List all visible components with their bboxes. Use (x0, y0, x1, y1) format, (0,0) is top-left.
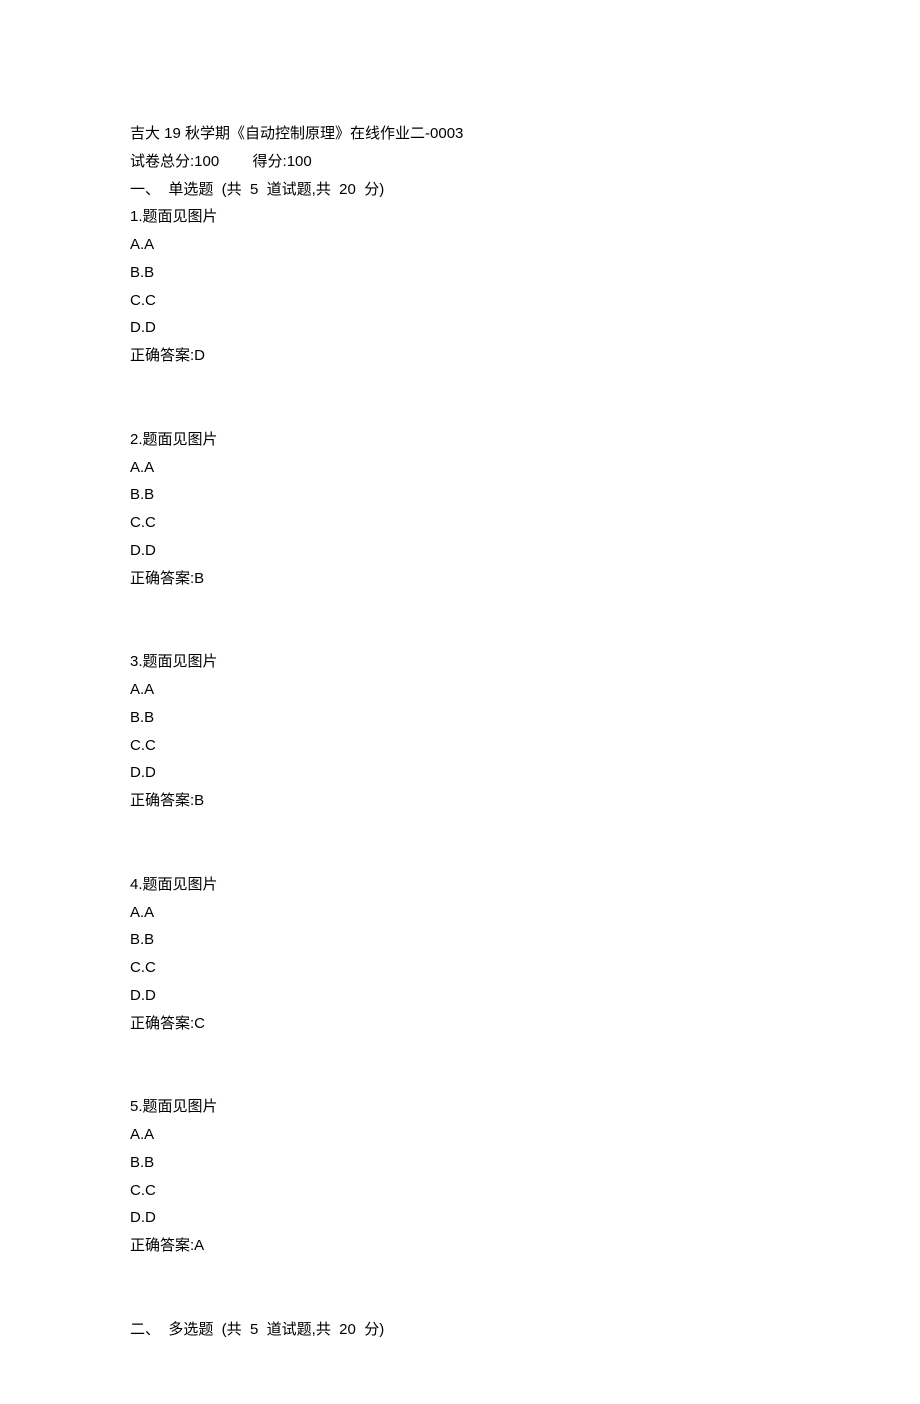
question-text: .题面见图片 (138, 653, 217, 670)
answer-value: D (194, 347, 205, 364)
section-1-heading: 一、 单选题 (共 5 道试题,共 20 分) (130, 176, 790, 204)
question-option: D.D (130, 982, 790, 1010)
question-option: D.D (130, 537, 790, 565)
answer-label: 正确答案: (130, 792, 194, 809)
question-option: A.A (130, 899, 790, 927)
question-text: .题面见图片 (138, 876, 217, 893)
question-option: A.A (130, 231, 790, 259)
blank-line (130, 1037, 790, 1065)
blank-line (130, 815, 790, 843)
question-option: B.B (130, 926, 790, 954)
blank-line (130, 843, 790, 871)
question-option: C.C (130, 1177, 790, 1205)
question-option: D.D (130, 1204, 790, 1232)
question-stem: 1.题面见图片 (130, 203, 790, 231)
question-text: .题面见图片 (138, 208, 217, 225)
question-answer: 正确答案:B (130, 565, 790, 593)
answer-value: B (194, 570, 204, 587)
question-option: A.A (130, 1121, 790, 1149)
score-line: 试卷总分:100 得分:100 (130, 148, 790, 176)
blank-line (130, 1260, 790, 1288)
question-option: C.C (130, 954, 790, 982)
question-option: D.D (130, 314, 790, 342)
answer-label: 正确答案: (130, 1015, 194, 1032)
question-option: C.C (130, 509, 790, 537)
answer-value: B (194, 792, 204, 809)
question-answer: 正确答案:B (130, 787, 790, 815)
answer-value: C (194, 1015, 205, 1032)
answer-label: 正确答案: (130, 347, 194, 364)
question-option: B.B (130, 704, 790, 732)
question-option: C.C (130, 287, 790, 315)
question-option: B.B (130, 1149, 790, 1177)
blank-line (130, 592, 790, 620)
score-result-value: 100 (287, 153, 312, 170)
question-answer: 正确答案:D (130, 342, 790, 370)
question-option: B.B (130, 259, 790, 287)
question-stem: 2.题面见图片 (130, 426, 790, 454)
score-result-label: 得分: (253, 153, 287, 170)
blank-line (130, 1065, 790, 1093)
blank-line (130, 620, 790, 648)
question-option: B.B (130, 481, 790, 509)
question-option: A.A (130, 676, 790, 704)
answer-value: A (194, 1237, 204, 1254)
question-text: .题面见图片 (138, 1098, 217, 1115)
document-title: 吉大 19 秋学期《自动控制原理》在线作业二-0003 (130, 120, 790, 148)
score-gap (219, 153, 252, 170)
question-stem: 3.题面见图片 (130, 648, 790, 676)
blank-line (130, 398, 790, 426)
question-answer: 正确答案:A (130, 1232, 790, 1260)
question-text: .题面见图片 (138, 431, 217, 448)
question-option: D.D (130, 759, 790, 787)
question-answer: 正确答案:C (130, 1010, 790, 1038)
question-option: A.A (130, 454, 790, 482)
answer-label: 正确答案: (130, 1237, 194, 1254)
blank-line (130, 370, 790, 398)
question-stem: 5.题面见图片 (130, 1093, 790, 1121)
score-total-label: 试卷总分: (130, 153, 194, 170)
score-total-value: 100 (194, 153, 219, 170)
question-stem: 4.题面见图片 (130, 871, 790, 899)
question-option: C.C (130, 732, 790, 760)
answer-label: 正确答案: (130, 570, 194, 587)
section-2-heading: 二、 多选题 (共 5 道试题,共 20 分) (130, 1316, 790, 1344)
